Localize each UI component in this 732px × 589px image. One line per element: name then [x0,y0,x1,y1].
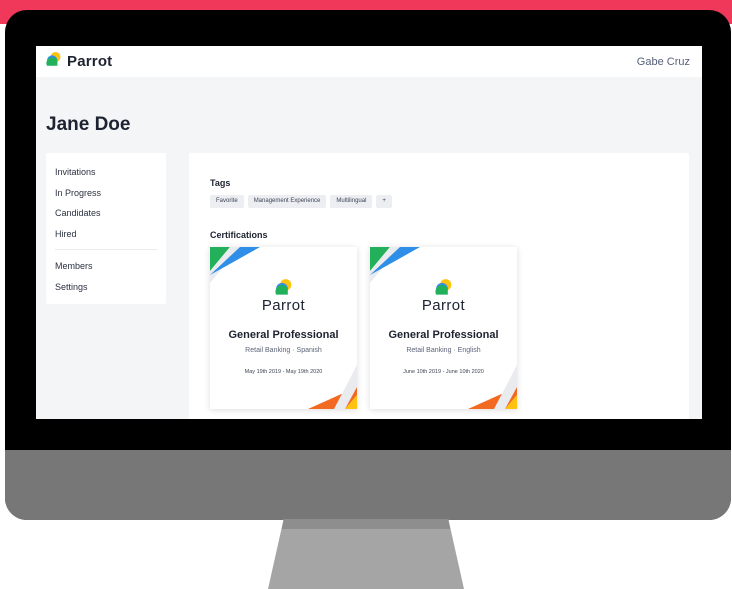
tag-favorite[interactable]: Favorite [210,195,244,208]
certificate-dates: June 10th 2019 - June 10th 2020 [403,369,484,375]
parrot-logo-icon [46,51,62,72]
sidebar-nav: Invitations In Progress Candidates Hired… [46,153,166,304]
certificate-title: General Professional [388,329,499,341]
certificate-subtitle: Retail Banking · English [406,347,481,354]
monitor-stand [268,519,464,589]
user-menu[interactable]: Gabe Cruz [637,56,690,68]
certificate-dates: May 19th 2019 - May 19th 2020 [244,369,323,375]
monitor-stand-shadow [281,519,451,529]
certificate-card[interactable]: Parrot General Professional Retail Banki… [210,247,357,409]
page-title: Jane Doe [46,114,131,135]
tags-title: Tags [210,178,231,188]
certificate-title: General Professional [228,329,339,341]
add-tag-button[interactable]: + [376,195,392,208]
certificate-brand: Parrot [421,297,466,314]
tag-list: Favorite Management Experience Multiling… [210,195,392,208]
app-header: Parrot Gabe Cruz [36,46,702,77]
sidebar-item-members[interactable]: Members [55,256,157,277]
profile-panel: Tags Favorite Management Experience Mult… [189,153,689,419]
sidebar-item-candidates[interactable]: Candidates [55,203,157,224]
sidebar-divider [55,249,157,250]
certificate-subtitle: Retail Banking · Spanish [245,347,322,354]
brand[interactable]: Parrot [46,51,112,72]
sidebar-item-in-progress[interactable]: In Progress [55,183,157,204]
monitor-frame: Parrot Gabe Cruz Jane Doe Invitations In… [5,10,731,520]
certificate-brand: Parrot [261,297,306,314]
sidebar-item-settings[interactable]: Settings [55,277,157,298]
certificate-card[interactable]: Parrot General Professional Retail Banki… [370,247,517,409]
tag-multilingual[interactable]: Multilingual [330,195,373,208]
certificate-corner-decoration [210,247,357,409]
tag-management-experience[interactable]: Management Experience [247,195,327,208]
sidebar-item-invitations[interactable]: Invitations [55,162,157,183]
certificate-corner-decoration [370,247,517,409]
sidebar-item-hired[interactable]: Hired [55,224,157,245]
app-screen: Parrot Gabe Cruz Jane Doe Invitations In… [36,46,702,419]
brand-name: Parrot [67,53,113,70]
monitor-chin [5,450,731,520]
certifications-title: Certifications [210,230,268,240]
